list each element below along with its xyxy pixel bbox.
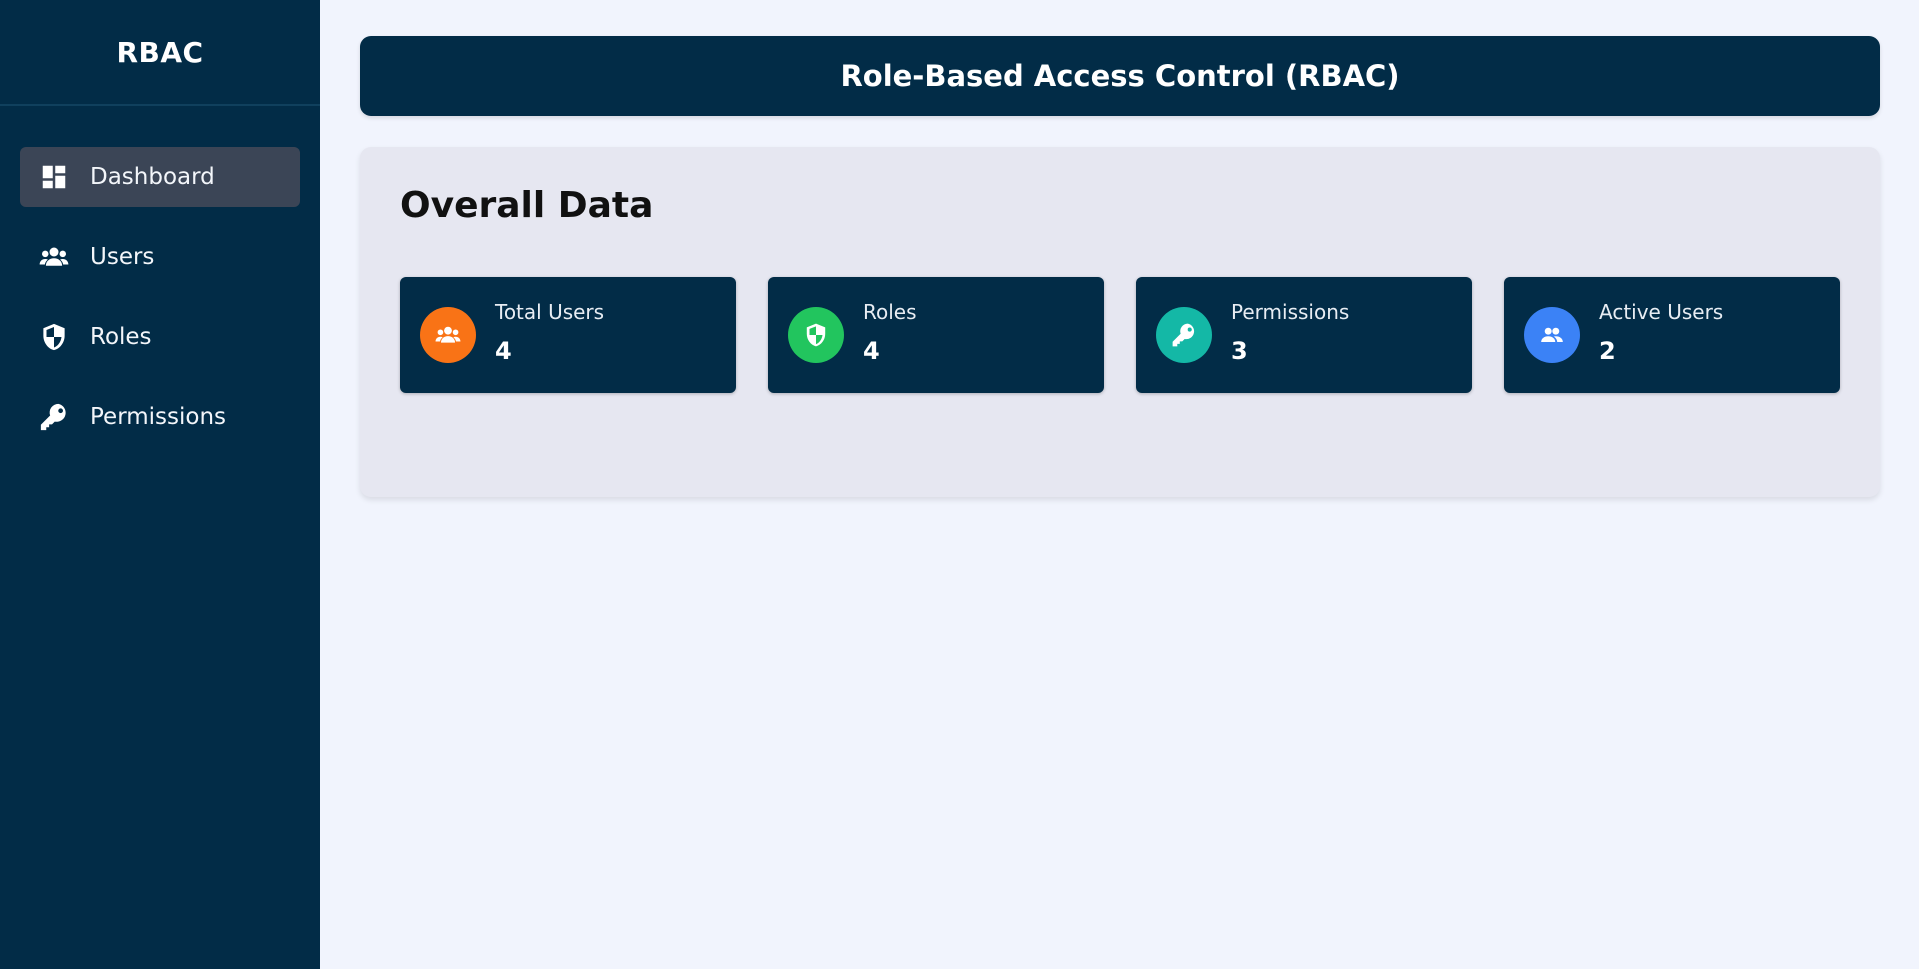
stat-card-roles: Roles 4 <box>768 277 1104 393</box>
stat-card-label: Active Users <box>1599 300 1724 324</box>
sidebar-item-permissions[interactable]: Permissions <box>20 387 300 447</box>
users-icon <box>420 307 476 363</box>
stat-card-label: Permissions <box>1231 300 1350 324</box>
page-title: Role-Based Access Control (RBAC) <box>840 59 1400 93</box>
shield-icon <box>38 321 70 353</box>
stat-card-active-users: Active Users 2 <box>1504 277 1840 393</box>
sidebar-item-label: Roles <box>90 324 152 350</box>
sidebar-item-users[interactable]: Users <box>20 227 300 287</box>
section-title: Overall Data <box>400 185 654 226</box>
users-icon <box>38 241 70 273</box>
user-group-icon <box>1524 307 1580 363</box>
page-header: Role-Based Access Control (RBAC) <box>360 36 1880 116</box>
stat-card-value: 4 <box>863 337 880 365</box>
brand-logo-text[interactable]: RBAC <box>0 0 320 106</box>
stat-card-total-users: Total Users 4 <box>400 277 736 393</box>
stat-card-value: 4 <box>495 337 512 365</box>
stat-card-value: 2 <box>1599 337 1616 365</box>
dashboard-icon <box>38 161 70 193</box>
stat-card-label: Roles <box>863 300 917 324</box>
sidebar-item-label: Permissions <box>90 404 227 430</box>
stat-card-value: 3 <box>1231 337 1248 365</box>
sidebar-item-label: Dashboard <box>90 164 215 190</box>
sidebar-item-roles[interactable]: Roles <box>20 307 300 367</box>
app-root: RBAC Dashboard Users Roles Permissions R… <box>0 0 1919 969</box>
sidebar-item-dashboard[interactable]: Dashboard <box>20 147 300 207</box>
key-icon <box>1156 307 1212 363</box>
sidebar-item-label: Users <box>90 244 155 270</box>
shield-icon <box>788 307 844 363</box>
stat-card-permissions: Permissions 3 <box>1136 277 1472 393</box>
overview-panel: Overall Data Total Users 4 Roles 4 Permi… <box>360 147 1880 497</box>
stat-card-label: Total Users <box>495 300 605 324</box>
sidebar: RBAC Dashboard Users Roles Permissions <box>0 0 320 969</box>
key-icon <box>38 401 70 433</box>
